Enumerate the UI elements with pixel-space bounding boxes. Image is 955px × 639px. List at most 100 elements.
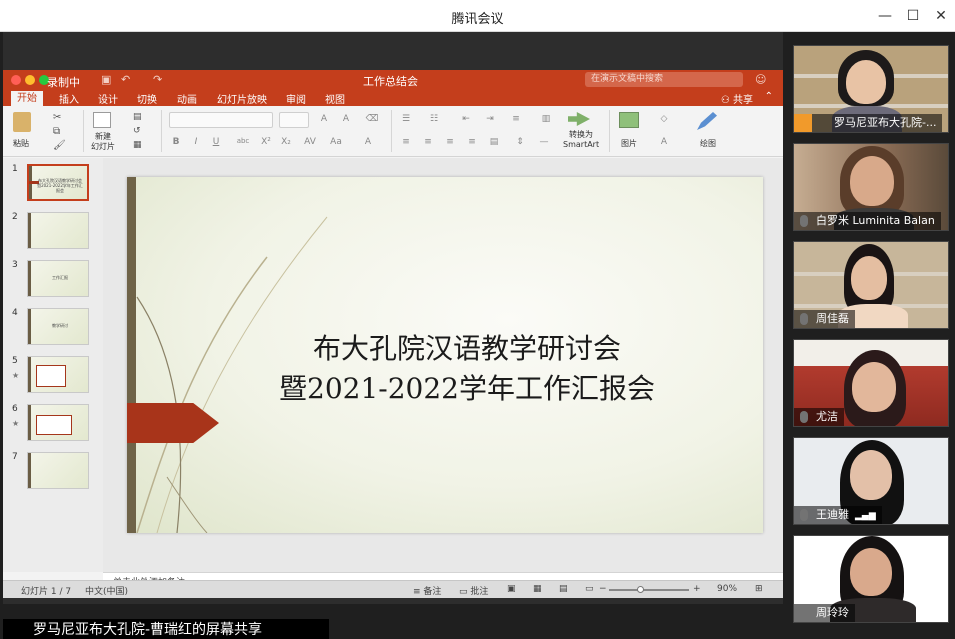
change-case-icon[interactable]: Aa	[329, 137, 343, 147]
reset-icon[interactable]: ↺	[133, 126, 141, 136]
slide-thumbnail[interactable]	[27, 356, 89, 393]
increase-font-icon[interactable]: A	[317, 114, 331, 124]
undo-icon[interactable]: ↶	[121, 73, 130, 86]
clear-format-icon[interactable]: ⌫	[365, 114, 379, 124]
participant-tile[interactable]: 尤洁	[793, 339, 949, 427]
tab-home[interactable]: 开始	[11, 91, 43, 106]
align-center-icon[interactable]: ≡	[421, 137, 435, 147]
font-family-select[interactable]	[169, 112, 273, 128]
align-text-icon[interactable]: —	[537, 137, 551, 147]
zoom-in-icon[interactable]: +	[693, 584, 701, 594]
slideshow-view-icon[interactable]: ▭	[585, 584, 594, 594]
align-right-icon[interactable]: ≡	[443, 137, 457, 147]
draw-button[interactable]: 绘图	[700, 138, 716, 149]
tab-animations[interactable]: 动画	[177, 91, 197, 106]
smiley-icon[interactable]: ☺	[755, 73, 766, 86]
tab-insert[interactable]: 插入	[59, 91, 79, 106]
tab-review[interactable]: 审阅	[286, 91, 306, 106]
smartart-icon[interactable]	[568, 112, 590, 126]
minimize-button[interactable]: —	[873, 6, 897, 26]
thumbnail-item[interactable]: 1 布大孔院汉语教学研讨会暨2021-2022学年工作汇报会	[9, 164, 99, 204]
subscript-icon[interactable]: X₂	[279, 137, 293, 147]
zoom-slider[interactable]	[609, 589, 689, 591]
slide-title-line1[interactable]: 布大孔院汉语教学研讨会	[287, 327, 647, 367]
slide-thumbnail[interactable]: 教学研讨	[27, 308, 89, 345]
increase-indent-icon[interactable]: ⇥	[483, 114, 497, 124]
layout-icon[interactable]: ▤	[133, 112, 142, 122]
fit-slide-icon[interactable]: ⊞	[755, 584, 763, 594]
zoom-slider-thumb[interactable]	[637, 586, 644, 593]
thumbnail-item[interactable]: 6 ★	[9, 404, 99, 444]
redo-icon[interactable]: ↷	[153, 73, 162, 86]
language-indicator[interactable]: 中文(中国)	[85, 584, 128, 597]
distributed-icon[interactable]: ▤	[487, 137, 501, 147]
thumbnail-item[interactable]: 7	[9, 452, 99, 492]
slide-thumbnail[interactable]: 工作汇报	[27, 260, 89, 297]
save-icon[interactable]: ▣	[101, 73, 111, 86]
participant-tile[interactable]: 王迪雅 ▂▄▆	[793, 437, 949, 525]
tab-transitions[interactable]: 切换	[137, 91, 157, 106]
line-spacing-icon[interactable]: ≡	[509, 114, 523, 124]
share-button[interactable]: ⚇ 共享	[721, 91, 753, 106]
shapes-icon[interactable]: ◇	[657, 114, 671, 124]
zoom-out-icon[interactable]: −	[599, 584, 607, 594]
decrease-indent-icon[interactable]: ⇤	[459, 114, 473, 124]
slide-thumbnail[interactable]	[27, 404, 89, 441]
thumbnail-item[interactable]: 4 教学研讨	[9, 308, 99, 348]
slide-title-line2[interactable]: 暨2021-2022学年工作汇报会	[237, 367, 697, 407]
format-painter-icon[interactable]: 🖌	[53, 140, 66, 151]
maximize-button[interactable]: ☐	[901, 6, 925, 26]
underline-icon[interactable]: U	[209, 137, 223, 147]
slide-thumbnail[interactable]	[27, 212, 89, 249]
current-slide[interactable]: 布大孔院汉语教学研讨会 暨2021-2022学年工作汇报会	[127, 177, 763, 533]
tab-view[interactable]: 视图	[325, 91, 345, 106]
numbering-icon[interactable]: ☷	[427, 114, 441, 124]
thumbnail-item[interactable]: 5 ★	[9, 356, 99, 396]
tab-slideshow[interactable]: 幻灯片放映	[217, 91, 267, 106]
reading-view-icon[interactable]: ▤	[559, 584, 568, 594]
participant-tile[interactable]: 罗马尼亚布大孔院-...	[793, 45, 949, 133]
picture-icon[interactable]	[619, 112, 639, 128]
paste-icon[interactable]	[13, 112, 31, 132]
columns-icon[interactable]: ▥	[539, 114, 553, 124]
thumbnail-item[interactable]: 3 工作汇报	[9, 260, 99, 300]
sorter-view-icon[interactable]: ▦	[533, 584, 542, 594]
bullets-icon[interactable]: ☰	[399, 114, 413, 124]
normal-view-icon[interactable]: ▣	[507, 584, 516, 594]
copy-icon[interactable]: ⧉	[53, 126, 60, 137]
search-input[interactable]: 在演示文稿中搜索	[585, 72, 743, 87]
char-spacing-icon[interactable]: AV	[303, 137, 317, 147]
participant-tile[interactable]: 白罗米 Luminita Balan	[793, 143, 949, 231]
participant-tile[interactable]: 周玲玲	[793, 535, 949, 623]
minimize-dot-icon[interactable]	[25, 75, 35, 85]
tab-design[interactable]: 设计	[98, 91, 118, 106]
draw-icon[interactable]	[697, 112, 717, 130]
convert-smartart-button[interactable]: 转换为 SmartArt	[563, 130, 599, 150]
participant-tile[interactable]: 周佳磊	[793, 241, 949, 329]
justify-icon[interactable]: ≡	[465, 137, 479, 147]
font-color-icon[interactable]: A	[361, 137, 375, 147]
decrease-font-icon[interactable]: A	[339, 114, 353, 124]
cut-icon[interactable]: ✂	[53, 112, 61, 123]
align-left-icon[interactable]: ≡	[399, 137, 413, 147]
comments-toggle[interactable]: ▭ 批注	[459, 584, 488, 597]
collapse-ribbon-icon[interactable]: ⌃	[765, 91, 773, 102]
superscript-icon[interactable]: X²	[259, 137, 273, 147]
new-slide-icon[interactable]	[93, 112, 111, 128]
slide-thumbnail[interactable]: 布大孔院汉语教学研讨会暨2021-2022学年工作汇报会	[27, 164, 89, 201]
notes-toggle[interactable]: ≡ 备注	[413, 584, 441, 597]
font-size-select[interactable]	[279, 112, 309, 128]
new-slide-button[interactable]: 新建 幻灯片	[91, 132, 115, 152]
text-direction-icon[interactable]: ⇕	[513, 137, 527, 147]
picture-button[interactable]: 图片	[621, 138, 637, 149]
italic-icon[interactable]: I	[189, 137, 203, 147]
close-button[interactable]: ✕	[929, 6, 953, 26]
section-icon[interactable]: ▦	[133, 140, 142, 150]
bold-icon[interactable]: B	[169, 137, 183, 147]
zoom-level[interactable]: 90%	[717, 584, 737, 594]
strikethrough-icon[interactable]: abc	[233, 137, 253, 145]
slide-thumbnail[interactable]	[27, 452, 89, 489]
paste-button[interactable]: 粘贴	[13, 138, 29, 149]
textbox-icon[interactable]: A	[657, 137, 671, 147]
close-dot-icon[interactable]	[11, 75, 21, 85]
